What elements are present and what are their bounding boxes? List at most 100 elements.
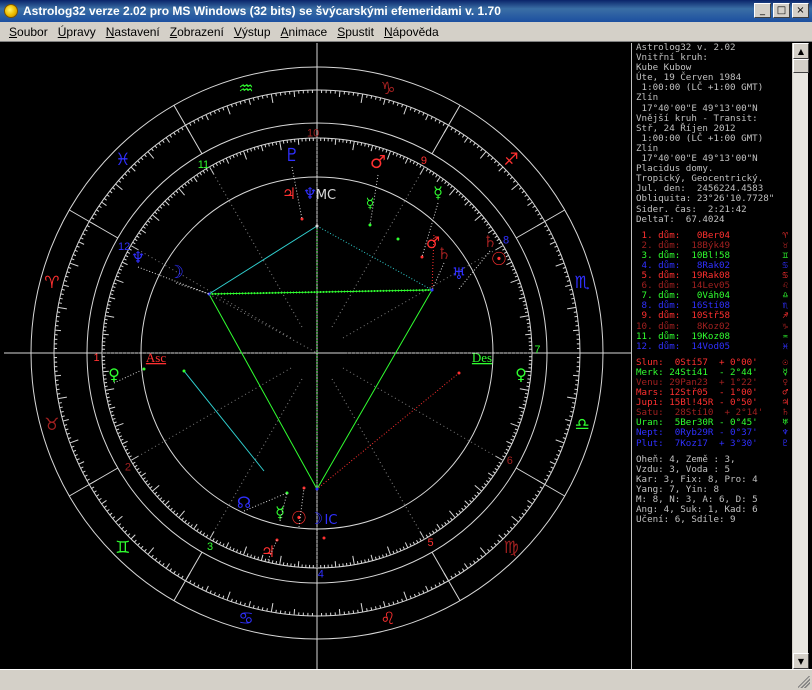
degree-tick <box>110 410 114 413</box>
resize-grip[interactable] <box>798 676 810 688</box>
degree-tick <box>161 499 165 503</box>
degree-tick <box>57 306 67 310</box>
degree-tick <box>413 108 416 113</box>
menu-vystup[interactable]: Výstup <box>229 25 276 39</box>
planet-marker <box>322 536 326 540</box>
degree-tick <box>386 546 392 556</box>
scroll-up-button[interactable]: ▲ <box>793 43 809 59</box>
menu-napoveda[interactable]: Nápověda <box>379 25 444 39</box>
degree-tick <box>118 180 122 183</box>
degree-tick <box>239 101 242 105</box>
degree-tick <box>242 546 248 556</box>
degree-tick <box>101 201 107 207</box>
degree-tick <box>479 547 487 555</box>
house-number: 3 <box>207 541 213 553</box>
degree-tick <box>118 523 122 526</box>
degree-tick <box>532 205 536 209</box>
degree-tick <box>497 539 501 543</box>
degree-tick <box>498 166 504 172</box>
degree-tick <box>133 163 137 167</box>
menu-animace[interactable]: Animace <box>276 25 333 39</box>
degree-tick <box>518 296 525 300</box>
degree-tick <box>205 585 209 592</box>
degree-tick <box>181 575 184 579</box>
degree-tick <box>66 271 70 274</box>
degree-tick <box>522 300 526 303</box>
house-cusp-line <box>331 166 425 328</box>
scroll-down-button[interactable]: ▼ <box>793 653 809 669</box>
degree-tick <box>147 220 151 223</box>
vertical-scrollbar[interactable]: ▲ ▼ <box>792 43 809 669</box>
app-icon[interactable] <box>4 4 18 18</box>
title-bar[interactable]: Astrolog32 verze 2.02 pro MS Windows (32… <box>0 0 812 22</box>
degree-tick <box>511 183 519 191</box>
degree-tick <box>469 203 473 207</box>
degree-tick <box>230 598 233 602</box>
degree-tick <box>112 516 116 519</box>
degree-tick <box>59 406 63 409</box>
degree-tick <box>549 241 556 245</box>
venus-icon: ♀ <box>108 365 120 384</box>
maximize-button[interactable]: □ <box>773 3 790 18</box>
degree-tick <box>519 289 523 292</box>
menu-upravy[interactable]: Úpravy <box>53 25 101 39</box>
degree-tick <box>518 286 522 288</box>
neptune-icon: ♆ <box>131 248 145 267</box>
degree-tick <box>199 172 202 176</box>
degree-tick <box>230 104 233 108</box>
menu-soubor[interactable]: Soubor <box>4 25 53 39</box>
degree-tick <box>422 112 425 116</box>
sign-glyph-icon: ♑ <box>380 79 395 99</box>
degree-tick <box>537 213 541 216</box>
degree-tick <box>366 608 368 612</box>
degree-tick <box>464 200 470 206</box>
degree-tick <box>572 329 580 332</box>
chart-wheel[interactable]: ♈♉♊♋ ♌♍♎♏♐♑♒♓123456789101112♇ ♂♃ ♆MC☿☿♂ ♄♄ ☉♅… <box>4 43 631 669</box>
degree-tick <box>510 438 514 441</box>
menu-spustit[interactable]: Spustit <box>332 25 379 39</box>
degree-tick <box>520 410 524 413</box>
degree-tick <box>367 144 370 148</box>
degree-tick <box>418 592 421 596</box>
degree-tick <box>134 238 138 242</box>
degree-tick <box>469 499 473 503</box>
degree-tick <box>409 159 412 163</box>
degree-tick <box>147 483 151 486</box>
menu-nastaveni[interactable]: Nastavení <box>101 25 165 39</box>
degree-tick <box>151 214 160 221</box>
degree-tick <box>140 472 147 477</box>
planet-marker <box>457 371 461 375</box>
degree-tick <box>178 510 185 519</box>
house-cusp-line <box>130 367 292 461</box>
menu-zobrazeni[interactable]: Zobrazení <box>165 25 229 39</box>
degree-tick <box>222 595 225 599</box>
degree-tick <box>144 548 147 552</box>
scroll-thumb[interactable] <box>793 59 809 73</box>
degree-tick <box>144 154 147 158</box>
header-line: Obliquita: 23°26'10.7728" <box>636 193 775 205</box>
degree-tick <box>65 275 69 278</box>
moon-icon: ☽ <box>309 509 323 528</box>
degree-tick <box>270 93 274 103</box>
degree-tick <box>565 284 572 287</box>
degree-tick <box>175 190 179 194</box>
degree-tick <box>441 178 444 182</box>
degree-tick <box>401 598 404 602</box>
sign-glyph-icon: ♓ <box>115 150 130 170</box>
degree-tick <box>109 512 113 516</box>
degree-tick <box>550 237 554 240</box>
chart-wheel-area[interactable]: ♈ ♉ ♊ ♋ ♌ ♍ ♎ ♏ ♐ ♑ ♒ ♓ 1 2 3 4 5 6 7 8 9 10 11 12 ♇ ♂ ♃ ♆ MC ☿ ☿ ♂ ♄ ♄ ☉ ♅… <box>4 43 631 669</box>
degree-tick <box>107 400 111 402</box>
ascendant-label: Asc <box>146 350 166 365</box>
degree-tick <box>474 485 483 492</box>
degree-tick <box>532 497 536 501</box>
house-number: 10 <box>307 128 319 140</box>
degree-tick <box>138 471 142 474</box>
degree-tick <box>257 556 260 560</box>
close-button[interactable]: × <box>792 3 809 18</box>
degree-tick <box>112 418 116 420</box>
minimize-button[interactable]: _ <box>754 3 771 18</box>
degree-tick <box>232 547 235 552</box>
degree-tick <box>556 454 560 457</box>
degree-tick <box>360 603 364 613</box>
